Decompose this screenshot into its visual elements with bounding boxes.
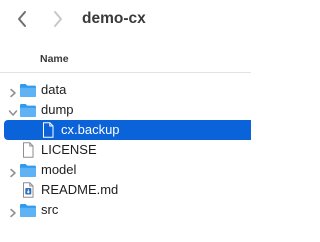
column-header-name[interactable]: Name xyxy=(40,53,69,65)
folder-icon xyxy=(19,202,37,218)
file-row[interactable]: model xyxy=(0,160,251,180)
folder-icon xyxy=(19,102,37,118)
column-header-row: Name xyxy=(0,46,251,70)
file-name: cx.backup xyxy=(61,122,120,137)
document-icon xyxy=(19,142,37,158)
window-title: demo-cx xyxy=(82,10,146,27)
document-icon xyxy=(39,122,57,138)
file-row[interactable]: cx.backup xyxy=(0,120,251,140)
file-name: README.md xyxy=(41,182,119,197)
back-button[interactable] xyxy=(12,9,32,29)
disclosure-chevron-right-icon[interactable] xyxy=(8,165,18,178)
disclosure-chevron-right-icon[interactable] xyxy=(8,205,18,218)
forward-button[interactable] xyxy=(48,9,68,29)
file-name: src xyxy=(41,202,59,217)
markdown-file-icon xyxy=(19,182,37,198)
finder-window: demo-cx Name data dump cx.backup LICENSE… xyxy=(0,0,251,242)
file-name: data xyxy=(41,82,67,97)
file-row[interactable]: README.md xyxy=(0,180,251,200)
file-row[interactable]: LICENSE xyxy=(0,140,251,160)
header-divider xyxy=(0,72,251,73)
file-row[interactable]: src xyxy=(0,200,251,220)
file-list: data dump cx.backup LICENSE model README… xyxy=(0,80,251,220)
file-name: LICENSE xyxy=(41,142,97,157)
file-row[interactable]: data xyxy=(0,80,251,100)
toolbar: demo-cx xyxy=(0,0,251,38)
disclosure-chevron-down-icon[interactable] xyxy=(8,105,18,116)
file-name: dump xyxy=(41,102,74,117)
file-row[interactable]: dump xyxy=(0,100,251,120)
folder-icon xyxy=(19,82,37,98)
disclosure-chevron-right-icon[interactable] xyxy=(8,85,18,98)
chevron-left-icon xyxy=(18,11,26,27)
file-name: model xyxy=(41,162,77,177)
folder-icon xyxy=(19,162,37,178)
chevron-right-icon xyxy=(54,11,62,27)
